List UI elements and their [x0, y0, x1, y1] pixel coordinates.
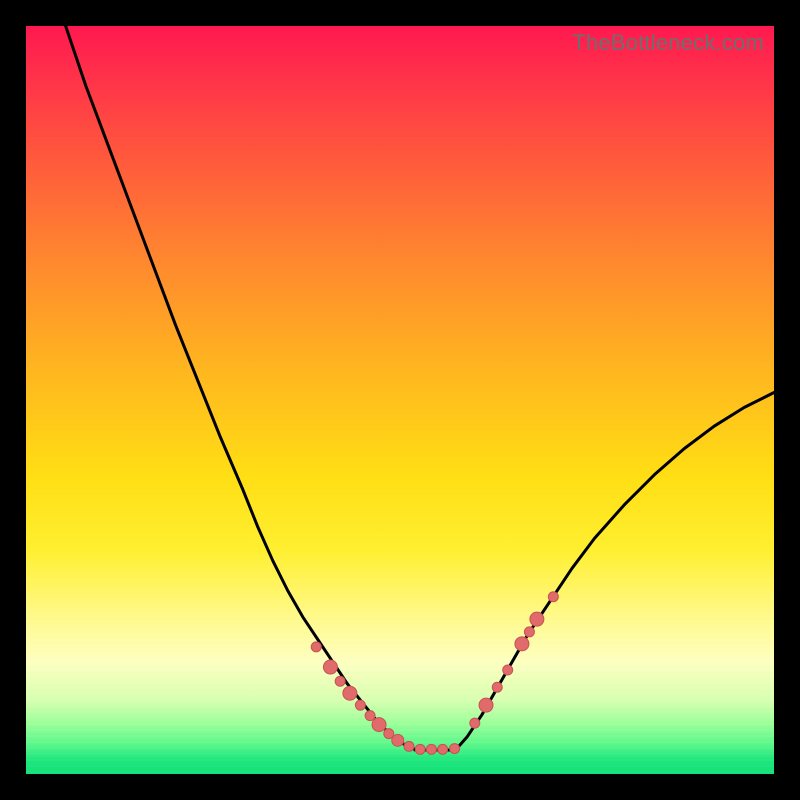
- marker-dot: [355, 700, 365, 710]
- marker-dot: [530, 612, 544, 626]
- marker-dot: [515, 637, 529, 651]
- plot-area: TheBottleneck.com: [26, 26, 774, 774]
- marker-dot: [492, 682, 502, 692]
- curve-right: [456, 393, 774, 750]
- curve-left: [66, 26, 415, 749]
- marker-dot: [392, 734, 404, 746]
- marker-dot: [335, 676, 345, 686]
- marker-group: [311, 592, 558, 755]
- marker-dot: [323, 660, 337, 674]
- marker-dot: [503, 665, 513, 675]
- marker-dot: [524, 627, 534, 637]
- curve-group: [66, 26, 774, 750]
- marker-dot: [438, 744, 448, 754]
- marker-dot: [426, 744, 436, 754]
- marker-dot: [470, 718, 480, 728]
- chart-svg: [26, 26, 774, 774]
- marker-dot: [548, 592, 558, 602]
- marker-dot: [450, 744, 460, 754]
- marker-dot: [404, 741, 414, 751]
- marker-dot: [479, 698, 493, 712]
- marker-dot: [311, 642, 321, 652]
- marker-dot: [372, 718, 386, 732]
- marker-dot: [415, 744, 425, 754]
- marker-dot: [343, 686, 357, 700]
- outer-frame: TheBottleneck.com: [0, 0, 800, 800]
- marker-dot: [365, 711, 375, 721]
